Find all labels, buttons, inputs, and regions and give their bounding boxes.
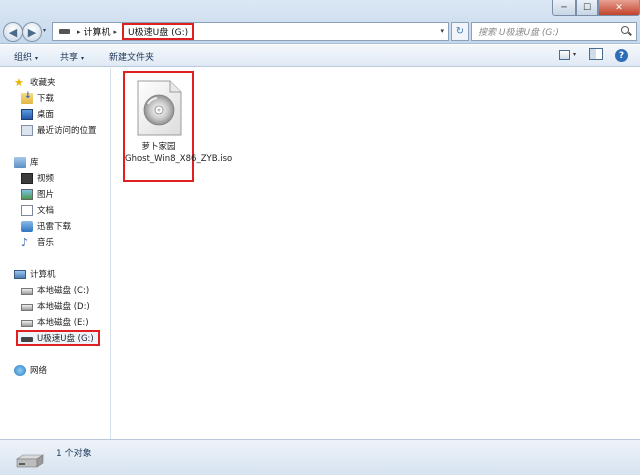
sidebar-label: 本地磁盘 (D:) [37, 302, 90, 312]
sidebar-item-recent[interactable]: 最近访问的位置 [21, 123, 97, 137]
sidebar-libraries[interactable]: 库 [14, 155, 39, 169]
sidebar-item-drive-c[interactable]: 本地磁盘 (C:) [21, 283, 89, 297]
hard-disk-icon [21, 287, 33, 295]
sidebar-item-documents[interactable]: 文档 [21, 203, 54, 217]
sidebar-label: 图片 [37, 190, 55, 200]
file-item-iso[interactable]: 萝卜家园Ghost_Win8_X86_ZYB.iso [123, 71, 233, 182]
new-folder-button[interactable]: 新建文件夹 [109, 50, 154, 63]
chevron-down-icon: ▾ [35, 55, 39, 62]
sidebar-item-usb-drive[interactable]: U极速U盘 (G:) [16, 330, 100, 346]
forward-button[interactable]: ▶ [22, 22, 42, 42]
change-view-icon[interactable] [557, 48, 571, 60]
star-icon: ★ [14, 75, 24, 89]
refresh-button[interactable]: ↻ [451, 22, 469, 41]
preview-pane-button[interactable] [589, 48, 603, 60]
sidebar-item-thunder-downloads[interactable]: 迅雷下载 [21, 219, 71, 233]
sidebar-label: 库 [30, 158, 39, 168]
sidebar-label: 音乐 [37, 238, 55, 248]
chevron-down-icon: ▾ [81, 55, 85, 62]
sidebar-label: U极速U盘 (G:) [37, 334, 94, 344]
navigation-pane: ★ 收藏夹 下载 桌面 最近访问的位置 库 视频 图片 文档 迅雷下载 ♪ 音乐… [0, 68, 111, 439]
breadcrumb-usb-drive[interactable]: U极速U盘 (G:) [122, 23, 195, 40]
file-name-label: 萝卜家园Ghost_Win8_X86_ZYB.iso [125, 142, 233, 164]
search-icon[interactable] [619, 25, 633, 39]
view-dropdown-icon[interactable]: ▾ [573, 51, 576, 58]
maximize-button[interactable]: ☐ [576, 0, 598, 16]
sidebar-item-drive-d[interactable]: 本地磁盘 (D:) [21, 299, 90, 313]
item-count-text: 1 个对象 [56, 449, 92, 459]
desktop-icon [21, 108, 33, 120]
sidebar-item-music[interactable]: ♪ 音乐 [21, 235, 54, 249]
hard-disk-icon [21, 319, 33, 327]
recent-places-icon [21, 124, 33, 136]
drive-icon [59, 29, 70, 34]
back-button[interactable]: ◀ [3, 22, 23, 42]
breadcrumb-computer[interactable]: 计算机 [84, 25, 111, 38]
sidebar-item-drive-e[interactable]: 本地磁盘 (E:) [21, 315, 89, 329]
sidebar-item-pictures[interactable]: 图片 [21, 187, 54, 201]
usb-drive-icon [21, 337, 33, 342]
status-bar: 1 个对象 [0, 439, 640, 475]
sidebar-label: 下载 [37, 94, 55, 104]
sidebar-label: 本地磁盘 (C:) [37, 286, 90, 296]
usb-drive-icon [16, 454, 44, 468]
sidebar-item-desktop[interactable]: 桌面 [21, 107, 54, 121]
window-titlebar: ─ ☐ ✕ ◀ ▶ ▾ ▸ 计算机 ▸ U极速U盘 (G:) ▾ ↻ 搜索 U极… [0, 0, 640, 44]
network-icon [14, 364, 26, 376]
recent-pages-dropdown[interactable]: ▾ [43, 27, 46, 34]
organize-menu-button[interactable]: 组织 ▾ [14, 50, 38, 63]
disc-image-icon [137, 80, 182, 136]
music-note-icon: ♪ [21, 235, 29, 249]
breadcrumb-separator-icon[interactable]: ▸ [114, 28, 118, 36]
sidebar-label: 视频 [37, 174, 55, 184]
hard-disk-icon [21, 303, 33, 311]
sidebar-favorites[interactable]: ★ 收藏夹 [14, 75, 56, 89]
sidebar-label: 收藏夹 [30, 78, 56, 88]
minimize-button[interactable]: ─ [552, 0, 576, 16]
share-menu-button[interactable]: 共享 ▾ [60, 50, 84, 63]
sidebar-label: 最近访问的位置 [37, 126, 97, 136]
address-dropdown-icon[interactable]: ▾ [440, 27, 444, 35]
sidebar-label: 计算机 [30, 270, 56, 280]
view-controls: ▾ [557, 48, 576, 60]
sidebar-item-downloads[interactable]: 下载 [21, 91, 54, 105]
search-input[interactable]: 搜索 U极速U盘 (G:) [471, 22, 637, 41]
picture-library-icon [21, 188, 33, 200]
thunder-download-icon [21, 220, 33, 232]
organize-label: 组织 [14, 53, 33, 63]
sidebar-computer[interactable]: 计算机 [14, 267, 56, 281]
sidebar-item-videos[interactable]: 视频 [21, 171, 54, 185]
sidebar-label: 桌面 [37, 110, 55, 120]
sidebar-label: 文档 [37, 206, 55, 216]
computer-icon [14, 269, 26, 279]
close-button[interactable]: ✕ [598, 0, 640, 16]
search-placeholder: 搜索 U极速U盘 (G:) [478, 28, 559, 38]
sidebar-label: 本地磁盘 (E:) [37, 318, 89, 328]
video-library-icon [21, 172, 33, 184]
command-toolbar: 组织 ▾ 共享 ▾ 新建文件夹 ▾ ? [0, 45, 640, 67]
sidebar-label: 网络 [30, 366, 48, 376]
share-label: 共享 [60, 53, 79, 63]
help-icon: ? [615, 49, 628, 62]
breadcrumb-separator-icon[interactable]: ▸ [77, 28, 81, 36]
address-bar[interactable]: ▸ 计算机 ▸ U极速U盘 (G:) ▾ [52, 22, 449, 41]
preview-pane-icon [589, 48, 603, 60]
window-controls: ─ ☐ ✕ [552, 0, 640, 16]
library-icon [14, 156, 26, 168]
document-library-icon [21, 204, 33, 216]
help-button[interactable]: ? [615, 49, 628, 62]
sidebar-label: 迅雷下载 [37, 222, 72, 232]
sidebar-network[interactable]: 网络 [14, 363, 47, 377]
downloads-folder-icon [21, 91, 33, 104]
